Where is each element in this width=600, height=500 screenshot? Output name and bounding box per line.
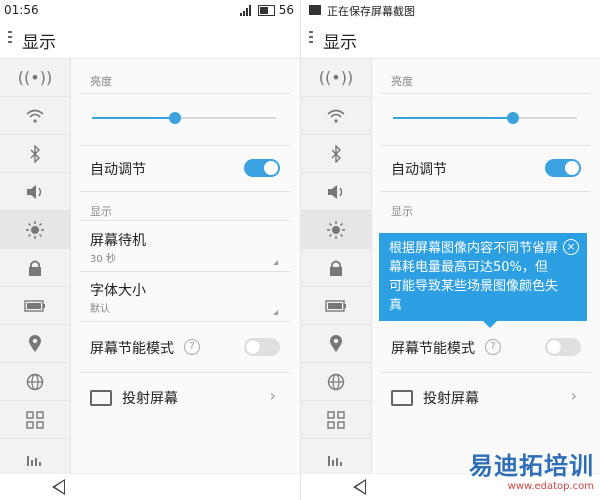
page-title: 显示 [323, 33, 357, 53]
status-bar: 正在保存屏幕截图 [301, 0, 600, 22]
brightness-slider-fill [393, 117, 513, 119]
back-icon[interactable] [353, 479, 366, 495]
nav-bar [0, 473, 300, 500]
divider [80, 93, 290, 94]
bluetooth-icon[interactable] [0, 135, 70, 173]
toggle-knob [565, 161, 579, 175]
screen-standby-value: 30 秒 [90, 254, 116, 265]
location-icon[interactable] [301, 325, 371, 363]
power-saving-label: 屏幕节能模式 [90, 341, 174, 357]
brightness-slider-knob[interactable] [169, 112, 181, 124]
tooltip-text: 根据屏幕图像内容不同节省屏幕耗电量最高可达50%，但可能导致某些场景图像颜色失真 [389, 241, 559, 313]
globe-icon[interactable] [0, 363, 70, 401]
divider [80, 271, 290, 272]
apps-icon[interactable] [301, 401, 371, 439]
font-size-label[interactable]: 字体大小 [90, 280, 146, 300]
page-title: 显示 [22, 33, 56, 53]
brightness-slider-knob[interactable] [507, 112, 519, 124]
watermark: 易迪拓培训 www.edatop.com [469, 446, 594, 492]
power-saving-toggle[interactable] [545, 338, 581, 356]
brightness-slider-fill [92, 117, 175, 119]
dropdown-corner-icon [273, 310, 278, 315]
power-saving-label: 屏幕节能模式 [391, 341, 475, 357]
help-icon[interactable]: ? [485, 339, 501, 355]
status-time: 01:56 [4, 3, 39, 17]
screenshot-icon [309, 5, 321, 15]
brightness-label: 亮度 [90, 75, 112, 88]
brightness-icon[interactable] [301, 211, 371, 249]
toolbar: 显示 [0, 22, 300, 59]
location-icon[interactable] [0, 325, 70, 363]
battery-icon[interactable] [301, 287, 371, 325]
brightness-label: 亮度 [391, 75, 413, 88]
wifi-icon[interactable] [0, 97, 70, 135]
volume-icon[interactable] [0, 173, 70, 211]
bluetooth-icon[interactable] [301, 135, 371, 173]
divider [80, 220, 290, 221]
volume-icon[interactable] [301, 173, 371, 211]
lock-icon[interactable] [0, 249, 70, 287]
lock-icon[interactable] [301, 249, 371, 287]
brightness-slider[interactable] [393, 112, 577, 124]
cast-icon [90, 390, 112, 406]
screen-standby-label[interactable]: 屏幕待机 [90, 230, 146, 250]
cast-screen-label[interactable]: 投射屏幕 [423, 388, 479, 408]
watermark-url: www.edatop.com [507, 481, 594, 492]
hotspot-icon[interactable]: ((•)) [301, 59, 371, 97]
help-icon[interactable]: ? [184, 339, 200, 355]
sidebar: ((•)) [0, 59, 71, 477]
toggle-knob [246, 340, 260, 354]
stats-icon[interactable] [0, 439, 70, 477]
toolbar: 显示 [301, 22, 600, 59]
toggle-knob [264, 161, 278, 175]
status-message: 正在保存屏幕截图 [327, 5, 415, 18]
auto-adjust-toggle[interactable] [244, 159, 280, 177]
divider [80, 191, 290, 192]
globe-icon[interactable] [301, 363, 371, 401]
font-size-value: 默认 [90, 304, 110, 315]
status-bar: 01:56 56 [0, 0, 300, 22]
battery-icon[interactable] [0, 287, 70, 325]
divider [381, 93, 591, 94]
display-section-label: 显示 [391, 205, 413, 218]
left-screen: 01:56 56 显示 ((•)) 亮度 自动调节 显示 屏幕待机 30 秒 字… [0, 0, 300, 500]
close-icon[interactable]: × [563, 239, 579, 255]
brightness-icon[interactable] [0, 211, 70, 249]
sidebar: ((•)) [301, 59, 372, 477]
watermark-brand: 易迪拓培训 [469, 452, 594, 480]
divider [80, 321, 290, 322]
auto-adjust-label: 自动调节 [90, 162, 146, 178]
right-screen: 正在保存屏幕截图 显示 ((•)) 亮度 自动调节 显示 屏幕节能模式 ? 投射… [300, 0, 600, 500]
brightness-slider[interactable] [92, 112, 276, 124]
divider [80, 145, 290, 146]
display-section-label: 显示 [90, 205, 112, 218]
dropdown-corner-icon [273, 260, 278, 265]
divider [381, 145, 591, 146]
battery-percent: 56 [278, 3, 294, 17]
tooltip-arrow [483, 321, 497, 328]
chevron-right-icon[interactable]: › [571, 386, 577, 405]
apps-icon[interactable] [0, 401, 70, 439]
menu-grip-icon[interactable] [309, 31, 313, 47]
divider [80, 372, 290, 373]
signal-icon [239, 4, 254, 16]
chevron-right-icon[interactable]: › [270, 386, 276, 405]
power-saving-toggle[interactable] [244, 338, 280, 356]
stats-icon[interactable] [301, 439, 371, 477]
cast-screen-label[interactable]: 投射屏幕 [122, 388, 178, 408]
divider [381, 191, 591, 192]
auto-adjust-toggle[interactable] [545, 159, 581, 177]
cast-icon [391, 390, 413, 406]
settings-content: 亮度 自动调节 显示 屏幕待机 30 秒 字体大小 默认 屏幕节能模式 ? 投射… [80, 59, 290, 473]
toggle-knob [547, 340, 561, 354]
back-icon[interactable] [52, 479, 65, 495]
battery-icon [257, 4, 275, 16]
power-saving-tooltip: 根据屏幕图像内容不同节省屏幕耗电量最高可达50%，但可能导致某些场景图像颜色失真… [379, 233, 587, 328]
menu-grip-icon[interactable] [8, 31, 12, 47]
wifi-icon[interactable] [301, 97, 371, 135]
hotspot-icon[interactable]: ((•)) [0, 59, 70, 97]
auto-adjust-label: 自动调节 [391, 162, 447, 178]
divider [381, 372, 591, 373]
